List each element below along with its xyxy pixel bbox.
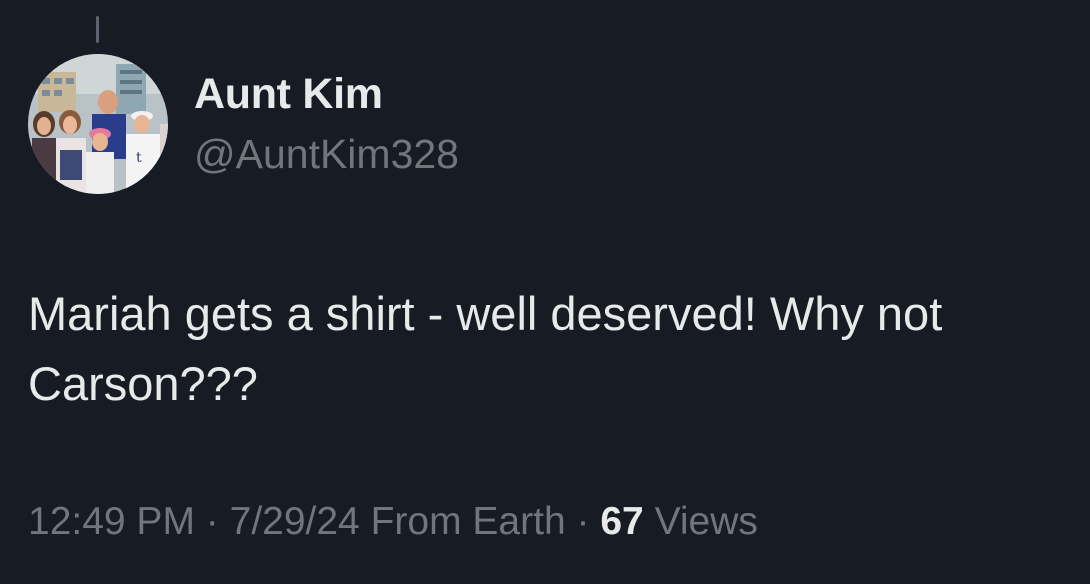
views-label[interactable]: Views (655, 500, 758, 543)
user-handle[interactable]: @AuntKim328 (194, 131, 459, 178)
svg-text:t: t (136, 150, 142, 166)
profile-photo-icon: t (28, 54, 168, 194)
tweet-text: Mariah gets a shirt - well deserved! Why… (28, 287, 943, 410)
tweet-time[interactable]: 12:49 PM (28, 500, 195, 543)
meta-separator: · (576, 500, 590, 543)
views-count[interactable]: 67 (600, 500, 643, 543)
tweet-source: From Earth (370, 500, 566, 543)
tweet-date[interactable]: 7/29/24 (230, 500, 360, 543)
meta-separator: · (205, 500, 219, 543)
thread-connector-line (96, 16, 99, 43)
avatar[interactable]: t (28, 54, 168, 194)
tweet-meta: 12:49 PM · 7/29/24 From Earth · 67 Views (28, 500, 758, 544)
display-name[interactable]: Aunt Kim (194, 70, 383, 119)
